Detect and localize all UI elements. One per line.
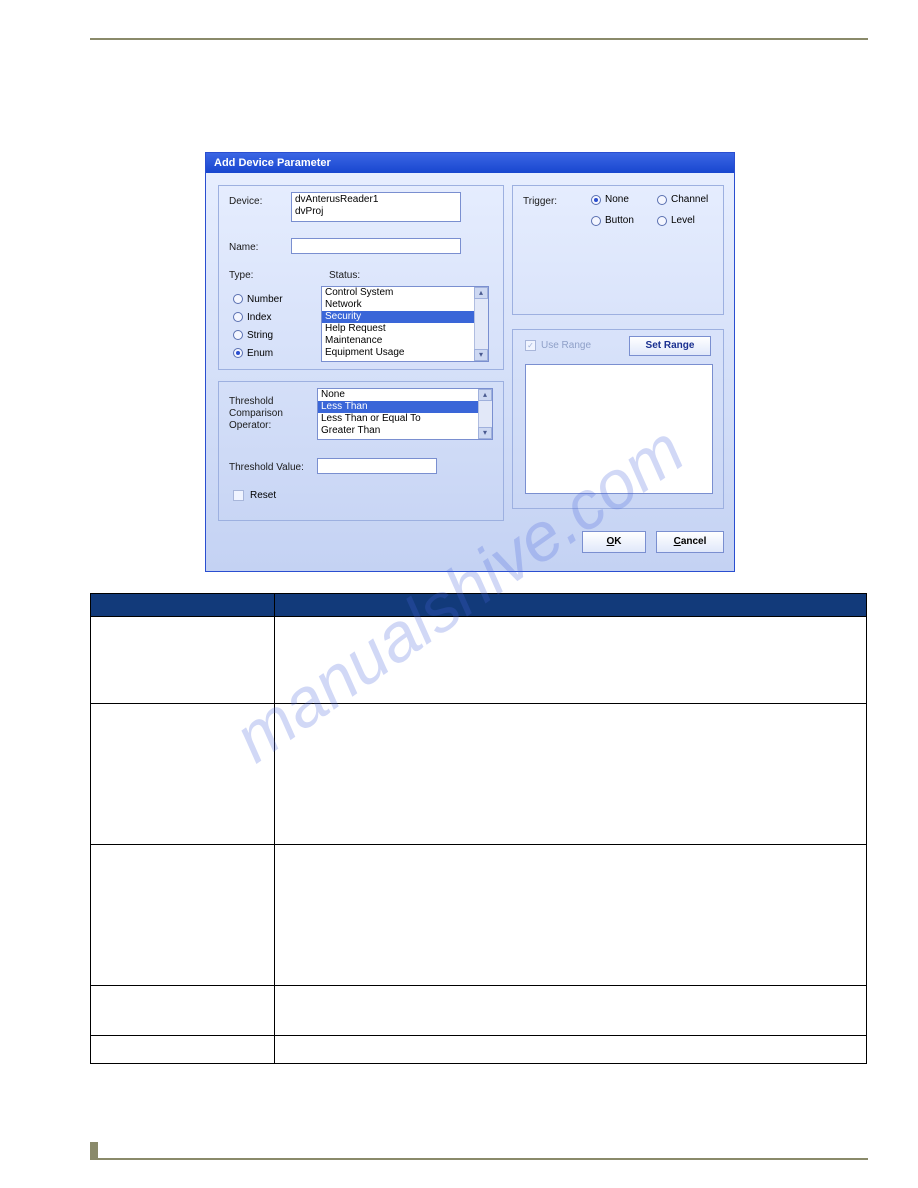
dialog-title: Add Device Parameter xyxy=(206,153,734,173)
threshold-group: Threshold Comparison Operator: None Less… xyxy=(218,381,504,521)
trigger-channel-radio[interactable]: Channel xyxy=(657,194,723,205)
type-string-label: String xyxy=(247,330,273,341)
status-item[interactable]: Network xyxy=(322,299,488,311)
table-row xyxy=(91,704,867,845)
radio-icon xyxy=(233,348,243,358)
table-cell xyxy=(91,617,275,704)
page-corner-marker xyxy=(90,1142,98,1160)
table-cell xyxy=(275,1036,867,1064)
status-item[interactable]: Security xyxy=(322,311,488,323)
type-index-radio[interactable]: Index xyxy=(233,308,283,326)
cancel-underline: C xyxy=(674,536,681,547)
use-range-label: Use Range xyxy=(541,340,591,351)
trigger-none-radio[interactable]: None xyxy=(591,194,657,205)
add-device-parameter-dialog: Add Device Parameter Device: dvAnterusRe… xyxy=(205,152,735,572)
tco-item[interactable]: Less Than xyxy=(318,401,492,413)
scroll-down-icon[interactable]: ▾ xyxy=(478,427,492,439)
radio-icon xyxy=(233,294,243,304)
table-cell xyxy=(91,1036,275,1064)
table-cell xyxy=(275,986,867,1036)
radio-icon xyxy=(233,312,243,322)
scroll-down-icon[interactable]: ▾ xyxy=(474,349,488,361)
table-row xyxy=(91,845,867,986)
page-bottom-rule xyxy=(90,1158,868,1160)
status-item[interactable]: Control System xyxy=(322,287,488,299)
device-label: Device: xyxy=(229,196,262,207)
table-cell xyxy=(275,704,867,845)
cancel-button[interactable]: Cancel xyxy=(656,531,724,553)
status-item[interactable]: Maintenance xyxy=(322,335,488,347)
tco-label: Threshold Comparison Operator: xyxy=(229,396,291,432)
radio-icon xyxy=(657,216,667,226)
status-label: Status: xyxy=(329,270,360,281)
device-type-group: Device: dvAnterusReader1 dvProj Name: Ty… xyxy=(218,185,504,370)
trigger-none-label: None xyxy=(605,194,629,205)
trigger-label: Trigger: xyxy=(523,196,557,207)
table-row xyxy=(91,617,867,704)
trigger-button-label: Button xyxy=(605,215,634,226)
table-cell xyxy=(91,845,275,986)
radio-icon xyxy=(657,195,667,205)
tco-listbox[interactable]: None Less Than Less Than or Equal To Gre… xyxy=(317,388,493,440)
status-item[interactable]: Equipment Usage xyxy=(322,347,488,359)
scroll-up-icon[interactable]: ▴ xyxy=(478,389,492,401)
type-label: Type: xyxy=(229,270,253,281)
table-header xyxy=(91,594,275,617)
trigger-button-radio[interactable]: Button xyxy=(591,215,657,226)
trigger-level-radio[interactable]: Level xyxy=(657,215,723,226)
type-enum-radio[interactable]: Enum xyxy=(233,344,283,362)
name-input[interactable] xyxy=(291,238,461,254)
trigger-channel-label: Channel xyxy=(671,194,708,205)
table-cell xyxy=(91,704,275,845)
device-item[interactable]: dvAnterusReader1 xyxy=(295,194,457,206)
scroll-up-icon[interactable]: ▴ xyxy=(474,287,488,299)
tco-item[interactable]: Less Than or Equal To xyxy=(318,413,492,425)
trigger-group: Trigger: None Channel Button Level xyxy=(512,185,724,315)
range-textarea[interactable] xyxy=(525,364,713,494)
type-enum-label: Enum xyxy=(247,348,273,359)
name-label: Name: xyxy=(229,242,258,253)
status-listbox[interactable]: Control System Network Security Help Req… xyxy=(321,286,489,362)
ok-rest: K xyxy=(614,536,621,547)
type-index-label: Index xyxy=(247,312,271,323)
tco-item[interactable]: Greater Than xyxy=(318,425,492,437)
trigger-radio-group: None Channel Button Level xyxy=(591,194,723,226)
threshold-value-label: Threshold Value: xyxy=(229,462,304,473)
trigger-level-label: Level xyxy=(671,215,695,226)
status-item[interactable]: Help Request xyxy=(322,323,488,335)
device-item[interactable]: dvProj xyxy=(295,206,457,218)
radio-icon xyxy=(233,330,243,340)
reset-checkbox[interactable]: Reset xyxy=(233,490,276,501)
reset-label: Reset xyxy=(250,490,276,501)
set-range-button[interactable]: Set Range xyxy=(629,336,711,356)
table-header-row xyxy=(91,594,867,617)
device-listbox[interactable]: dvAnterusReader1 dvProj xyxy=(291,192,461,222)
tco-item[interactable]: None xyxy=(318,389,492,401)
checkbox-icon: ✓ xyxy=(525,340,536,351)
table-row xyxy=(91,986,867,1036)
radio-icon xyxy=(591,216,601,226)
description-table xyxy=(90,593,867,1064)
use-range-checkbox[interactable]: ✓ Use Range xyxy=(525,340,591,351)
table-cell xyxy=(275,845,867,986)
type-number-radio[interactable]: Number xyxy=(233,290,283,308)
table-row xyxy=(91,1036,867,1064)
range-group: ✓ Use Range Set Range xyxy=(512,329,724,509)
type-string-radio[interactable]: String xyxy=(233,326,283,344)
table-cell xyxy=(91,986,275,1036)
threshold-value-input[interactable] xyxy=(317,458,437,474)
cancel-rest: ancel xyxy=(681,536,707,547)
table-cell xyxy=(275,617,867,704)
checkbox-icon xyxy=(233,490,244,501)
ok-button[interactable]: OK xyxy=(582,531,646,553)
page-top-rule xyxy=(90,38,868,40)
type-radio-group: Number Index String Enum xyxy=(233,290,283,362)
table-header xyxy=(275,594,867,617)
radio-icon xyxy=(591,195,601,205)
type-number-label: Number xyxy=(247,294,283,305)
